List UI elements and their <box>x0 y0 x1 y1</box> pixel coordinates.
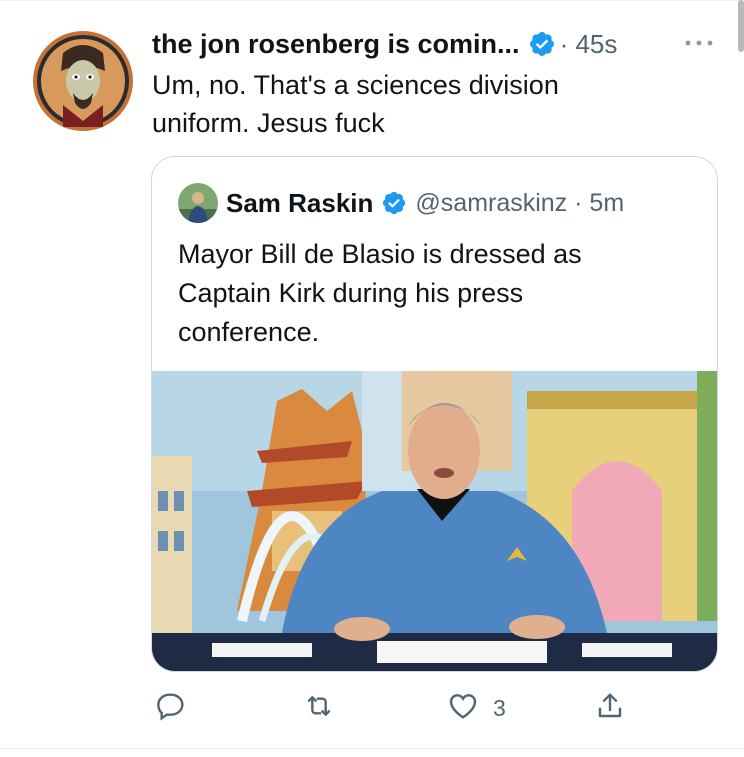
quoted-tweet-photo[interactable] <box>152 371 717 671</box>
tweet-text: Um, no. That's a sciences division unifo… <box>152 70 559 138</box>
scrollbar-thumb[interactable] <box>738 0 744 52</box>
quoted-handle-timestamp: @samraskinz · 5m <box>415 188 625 217</box>
top-divider <box>0 0 744 1</box>
tweet-action-bar: 3 <box>0 688 744 728</box>
tweet-timestamp[interactable]: · 45s <box>560 29 618 60</box>
quoted-author-avatar <box>178 183 218 223</box>
quoted-tweet-card[interactable]: Sam Raskin @samraskinz · 5m Mayor Bill d… <box>151 156 718 672</box>
like-count: 3 <box>493 694 506 721</box>
author-avatar[interactable] <box>33 31 133 131</box>
retweet-button[interactable] <box>303 688 335 728</box>
share-icon <box>594 690 626 727</box>
quoted-author-name: Sam Raskin <box>226 187 374 218</box>
verified-badge-icon <box>528 30 556 58</box>
author-name[interactable]: the jon rosenberg is comin... <box>152 29 520 60</box>
like-heart-icon <box>447 690 479 727</box>
quoted-tweet-header: Sam Raskin @samraskinz · 5m <box>178 183 625 223</box>
quoted-tweet-text: Mayor Bill de Blasio is dressed as Capta… <box>178 239 582 347</box>
share-button[interactable] <box>594 688 626 728</box>
retweet-icon <box>303 690 335 727</box>
reply-icon <box>155 690 187 727</box>
like-button[interactable]: 3 <box>447 688 506 728</box>
verified-badge-icon <box>381 190 407 216</box>
tweet-header: the jon rosenberg is comin... · 45s <box>152 26 617 62</box>
bottom-divider <box>0 748 744 749</box>
more-horizontal-icon[interactable] <box>683 33 715 53</box>
reply-button[interactable] <box>155 688 187 728</box>
